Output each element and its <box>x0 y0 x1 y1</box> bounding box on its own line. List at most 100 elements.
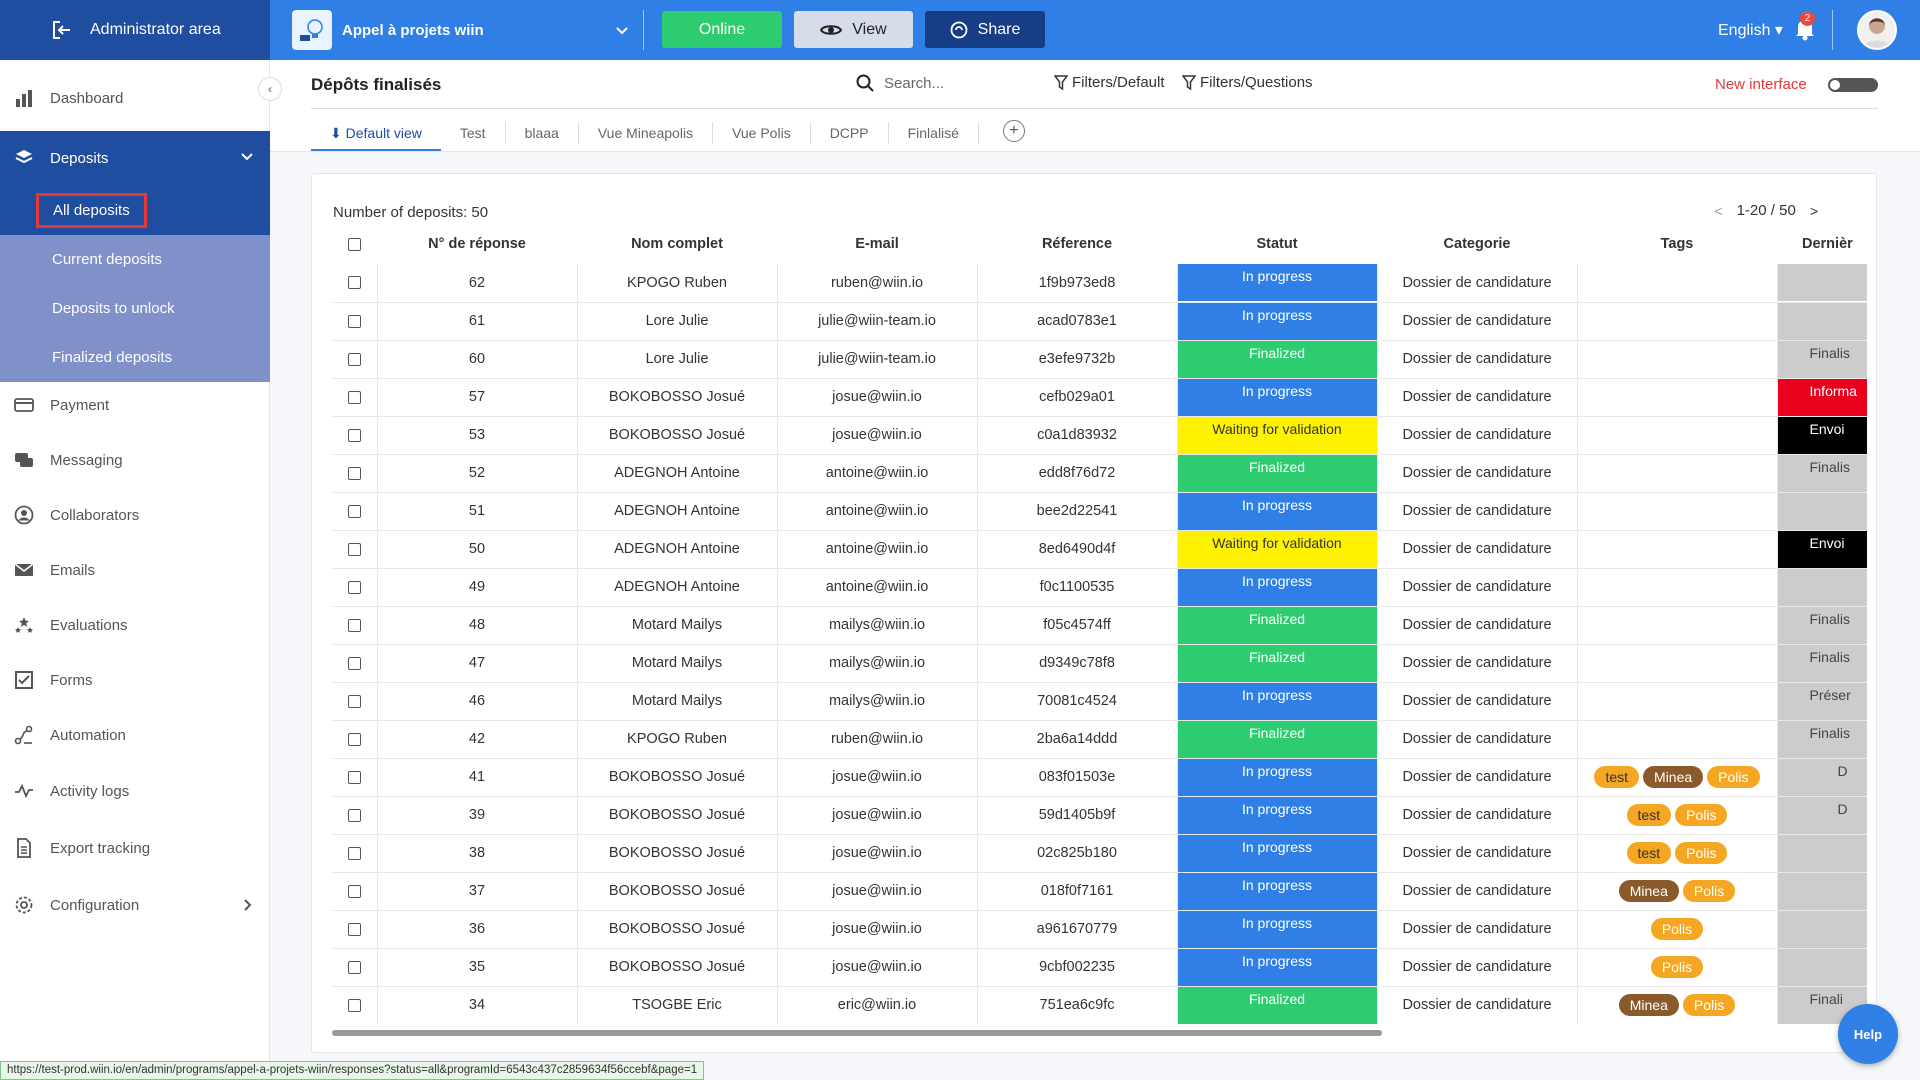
tab-vue-mineapolis[interactable]: Vue Mineapolis <box>579 122 714 144</box>
row-checkbox[interactable] <box>347 770 361 784</box>
view-button[interactable]: View <box>794 11 913 48</box>
row-checkbox[interactable] <box>347 694 361 708</box>
table-row[interactable]: 37 BOKOBOSSO Josué josue@wiin.io 018f0f7161… <box>332 872 1867 911</box>
row-checkbox[interactable] <box>347 352 361 366</box>
category: Dossier de candidature <box>1376 416 1577 455</box>
table-row[interactable]: 48 Motard Mailys mailys@wiin.io f05c4574ff F… <box>332 606 1867 645</box>
row-checkbox[interactable] <box>347 960 361 974</box>
sidebar-item-forms[interactable]: Forms <box>0 653 270 708</box>
collapse-sidebar-button[interactable]: ‹ <box>258 77 282 101</box>
tag-badge: Polis <box>1707 766 1760 788</box>
table-row[interactable]: 51 ADEGNOH Antoine antoine@wiin.io bee2d225… <box>332 492 1867 531</box>
sidebar-item-configuration[interactable]: Configuration <box>0 878 270 933</box>
reference: a961670779 <box>976 910 1177 949</box>
table-row[interactable]: 53 BOKOBOSSO Josué josue@wiin.io c0a1d83932… <box>332 416 1867 455</box>
row-checkbox[interactable] <box>347 276 361 290</box>
tag-badge: Polis <box>1650 956 1704 978</box>
sidebar-item-automation[interactable]: Automation <box>0 708 270 763</box>
program-logo <box>292 10 332 50</box>
sidebar-subitem-deposits-to-unlock[interactable]: Deposits to unlock <box>0 284 270 333</box>
table-row[interactable]: 57 BOKOBOSSO Josué josue@wiin.io cefb029a01… <box>332 378 1867 417</box>
sidebar-item-dashboard[interactable]: Dashboard <box>0 71 270 126</box>
plus-icon: + <box>1009 122 1019 139</box>
next-page-icon[interactable]: > <box>1810 203 1818 219</box>
row-checkbox[interactable] <box>347 618 361 632</box>
filters-default-button[interactable]: Filters/Default <box>1054 74 1165 91</box>
row-checkbox[interactable] <box>347 542 361 556</box>
help-button[interactable]: Help <box>1838 1004 1898 1064</box>
column-header[interactable]: Réference <box>977 224 1177 264</box>
row-checkbox[interactable] <box>347 314 361 328</box>
sidebar-subitem-current-deposits[interactable]: Current deposits <box>0 235 270 284</box>
table-row[interactable]: 47 Motard Mailys mailys@wiin.io d9349c78f8 F… <box>332 644 1867 683</box>
row-checkbox[interactable] <box>347 504 361 518</box>
row-checkbox[interactable] <box>347 466 361 480</box>
divider <box>643 10 644 50</box>
table-row[interactable]: 60 Lore Julie julie@wiin-team.io e3efe9732b… <box>332 340 1867 379</box>
column-header[interactable]: Nom complet <box>577 224 777 264</box>
tab-default-view[interactable]: ⬇ Default view <box>311 115 441 151</box>
table-row[interactable]: 41 BOKOBOSSO Josué josue@wiin.io 083f01503e… <box>332 758 1867 797</box>
sidebar-item-evaluations[interactable]: Evaluations <box>0 598 270 653</box>
program-selector[interactable]: Appel à projets wiin <box>292 10 628 50</box>
table-row[interactable]: 42 KPOGO Ruben ruben@wiin.io 2ba6a14ddd Fina… <box>332 720 1867 759</box>
row-checkbox[interactable] <box>347 428 361 442</box>
table-row[interactable]: 39 BOKOBOSSO Josué josue@wiin.io 59d1405b9f… <box>332 796 1867 835</box>
bar-chart-icon <box>16 90 32 107</box>
tab-finalise[interactable]: Finlalisé <box>889 122 979 144</box>
table-row[interactable]: 34 TSOGBE Eric eric@wiin.io 751ea6c9fc Final… <box>332 986 1867 1024</box>
status-cell: In progress <box>1176 264 1377 303</box>
sidebar-item-collaborators[interactable]: Collaborators <box>0 488 270 543</box>
table-row[interactable]: 38 BOKOBOSSO Josué josue@wiin.io 02c825b180… <box>332 834 1867 873</box>
column-header[interactable]: N° de réponse <box>377 224 577 264</box>
table-row[interactable]: 62 KPOGO Ruben ruben@wiin.io 1f9b973ed8 In p… <box>332 264 1867 303</box>
prev-page-icon[interactable]: < <box>1714 203 1722 219</box>
sidebar-item-deposits[interactable]: Deposits <box>0 131 270 186</box>
table-row[interactable]: 50 ADEGNOH Antoine antoine@wiin.io 8ed6490d… <box>332 530 1867 569</box>
sidebar-item-payment[interactable]: Payment <box>0 378 270 433</box>
row-checkbox[interactable] <box>347 998 361 1012</box>
row-checkbox[interactable] <box>347 808 361 822</box>
tab-vue-polis[interactable]: Vue Polis <box>713 122 811 144</box>
horizontal-scrollbar[interactable] <box>332 1030 1382 1036</box>
row-checkbox[interactable] <box>347 884 361 898</box>
sidebar-subitem-all-deposits[interactable]: All deposits <box>0 186 270 235</box>
table-row[interactable]: 46 Motard Mailys mailys@wiin.io 70081c4524 I… <box>332 682 1867 721</box>
column-header[interactable]: Tags <box>1577 224 1777 264</box>
select-all-checkbox[interactable] <box>348 237 361 251</box>
online-button[interactable]: Online <box>662 11 782 48</box>
tab-dcpp[interactable]: DCPP <box>811 122 889 144</box>
table-row[interactable]: 49 ADEGNOH Antoine antoine@wiin.io f0c11005… <box>332 568 1867 607</box>
row-checkbox[interactable] <box>347 580 361 594</box>
column-header[interactable]: Dernièr <box>1777 224 1867 264</box>
row-checkbox[interactable] <box>347 732 361 746</box>
add-view-button[interactable]: + <box>1002 120 1025 142</box>
filters-questions-button[interactable]: Filters/Questions <box>1182 74 1313 91</box>
avatar[interactable] <box>1857 10 1897 50</box>
table-row[interactable]: 36 BOKOBOSSO Josué josue@wiin.io a961670779… <box>332 910 1867 949</box>
row-checkbox[interactable] <box>347 656 361 670</box>
new-interface-toggle[interactable] <box>1828 78 1878 92</box>
table-scroll-area[interactable]: N° de réponse Nom complet E-mail Réferen… <box>332 224 1867 1024</box>
column-header[interactable]: E-mail <box>777 224 977 264</box>
language-selector[interactable]: English ▾ <box>1718 20 1783 40</box>
email: josue@wiin.io <box>776 910 977 949</box>
sidebar-subitem-finalized-deposits[interactable]: Finalized deposits <box>0 333 270 382</box>
column-header[interactable]: Categorie <box>1377 224 1577 264</box>
admin-area-link[interactable]: Administrator area <box>0 0 270 60</box>
table-row[interactable]: 61 Lore Julie julie@wiin-team.io acad0783e1… <box>332 302 1867 341</box>
sidebar-item-messaging[interactable]: Messaging <box>0 433 270 488</box>
sidebar-item-export-tracking[interactable]: Export tracking <box>0 821 270 876</box>
search-input[interactable]: Search... <box>856 74 944 92</box>
tab-blaaa[interactable]: blaaa <box>506 122 579 144</box>
tab-test[interactable]: Test <box>441 122 506 144</box>
sidebar-item-emails[interactable]: Emails <box>0 543 270 598</box>
sidebar-item-activity-logs[interactable]: Activity logs <box>0 764 270 819</box>
row-checkbox[interactable] <box>347 846 361 860</box>
table-row[interactable]: 52 ADEGNOH Antoine antoine@wiin.io edd8f76d… <box>332 454 1867 493</box>
table-row[interactable]: 35 BOKOBOSSO Josué josue@wiin.io 9cbf002235… <box>332 948 1867 987</box>
row-checkbox[interactable] <box>347 922 361 936</box>
row-checkbox[interactable] <box>347 390 361 404</box>
share-button[interactable]: Share <box>925 11 1045 48</box>
column-header[interactable]: Statut <box>1177 224 1377 264</box>
